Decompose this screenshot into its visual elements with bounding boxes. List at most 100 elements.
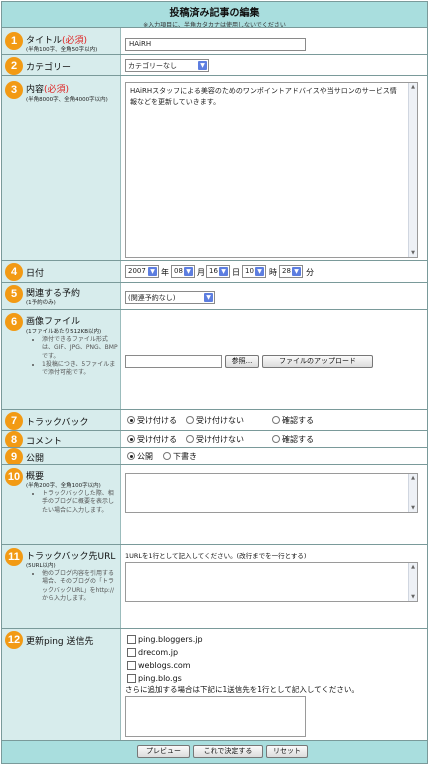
option-label: 受け付ける <box>137 435 177 444</box>
option-label: 確認する <box>282 435 314 444</box>
reservation-limit: (1予約のみ) <box>26 300 56 306</box>
scroll-up-icon: ▲ <box>411 84 415 90</box>
chevron-down-icon: ▼ <box>292 267 301 276</box>
scroll-down-icon: ▼ <box>411 505 415 511</box>
chevron-down-icon: ▼ <box>198 61 207 70</box>
comment-confirm-radio[interactable] <box>272 435 280 443</box>
form-header: 投稿済み記事の編集 ※入力項目に、半角カタカナは使用しないでください <box>2 2 427 29</box>
comment-label: コメント <box>26 437 63 447</box>
content-textarea[interactable]: HAiRHスタッフによる美容のためのワンポイントアドバイスや当サロンのサービス情… <box>125 82 418 258</box>
option-label: 受け付けない <box>196 416 244 425</box>
option-label: 確認する <box>282 416 314 425</box>
month-select[interactable]: 08 ▼ <box>171 265 195 278</box>
reservation-select[interactable]: (関連予約なし) ▼ <box>125 291 215 304</box>
scrollbar[interactable]: ▲ ▼ <box>408 474 417 512</box>
file-path-input[interactable] <box>125 355 222 368</box>
publish-row: 9 公開 公開 下書き <box>2 447 427 466</box>
submit-button[interactable]: これで決定する <box>193 745 263 758</box>
comment-reject-radio[interactable] <box>186 435 194 443</box>
option-label: 下書き <box>173 452 197 461</box>
trackback-url-notes: 他のブログ内容を引用する場合、そのブログの「トラックバックURL」をhttp:/… <box>36 570 118 603</box>
preview-button[interactable]: プレビュー <box>137 745 190 758</box>
scrollbar[interactable]: ▲ ▼ <box>408 83 417 257</box>
hour-select[interactable]: 10 ▼ <box>242 265 266 278</box>
trackback-url-textarea[interactable]: ▲ ▼ <box>125 562 418 602</box>
option-label: 受け付ける <box>137 416 177 425</box>
scrollbar[interactable]: ▲ ▼ <box>408 563 417 601</box>
ping-server-checkbox[interactable] <box>127 661 136 670</box>
trackback-url-limit: (5URL以内) <box>26 563 56 569</box>
category-label: カテゴリー <box>26 63 72 73</box>
comment-row: 8 コメント 受け付ける 受け付けない 確認する <box>2 430 427 449</box>
image-label: 画像ファイル <box>26 317 81 327</box>
ping-textarea[interactable] <box>125 696 306 737</box>
ping-server-label: ping.blo.gs <box>138 674 182 683</box>
date-label: 日付 <box>26 269 45 279</box>
content-row: 3 内容(必須) (半角8000字、全角4000字以内) HAiRHスタッフによ… <box>2 75 427 260</box>
ping-server-checkbox[interactable] <box>127 635 136 644</box>
hour-unit: 時 <box>269 268 277 277</box>
image-notes: 添付できるファイル形式は、GIF、JPG、PNG、BMPです。 1投稿につき、5… <box>36 336 118 377</box>
chevron-down-icon: ▼ <box>204 293 213 302</box>
trackback-url-instruction: 1URLを1行として記入してください。(改行までを一行とする) <box>125 552 307 560</box>
month-unit: 月 <box>197 268 205 277</box>
trackback-url-row: 11 トラックバック先URL (5URL以内) 他のブログ内容を引用する場合、そ… <box>2 544 427 628</box>
ping-instruction: さらに追加する場合は下記に1送信先を1行として記入してください。 <box>125 685 359 694</box>
ping-row: 12 更新ping 送信先 ping.bloggers.jp drecom.jp… <box>2 628 427 740</box>
ping-server-label: weblogs.com <box>138 661 191 670</box>
chevron-down-icon: ▼ <box>219 267 228 276</box>
trackback-reject-radio[interactable] <box>186 416 194 424</box>
step-badge: 7 <box>5 412 23 430</box>
title-input[interactable]: HAiRH <box>125 38 306 51</box>
summary-notes: トラックバックした際、相手のブログに概要を表示したい場合に入力します。 <box>36 490 118 515</box>
draft-radio[interactable] <box>163 452 171 460</box>
step-badge: 12 <box>5 631 23 649</box>
summary-limit: (半角200字、全角100字以内) <box>26 483 101 489</box>
year-unit: 年 <box>161 268 169 277</box>
ping-server-checkbox[interactable] <box>127 648 136 657</box>
chevron-down-icon: ▼ <box>184 267 193 276</box>
publish-label: 公開 <box>26 454 45 464</box>
day-select[interactable]: 16 ▼ <box>206 265 230 278</box>
option-label: 受け付けない <box>196 435 244 444</box>
step-badge: 3 <box>5 81 23 99</box>
chevron-down-icon: ▼ <box>148 267 157 276</box>
step-badge: 2 <box>5 57 23 75</box>
summary-row: 10 概要 (半角200字、全角100字以内) トラックバックした際、相手のブロ… <box>2 464 427 544</box>
minute-unit: 分 <box>306 268 314 277</box>
option-label: 公開 <box>137 452 153 461</box>
trackback-confirm-radio[interactable] <box>272 416 280 424</box>
publish-radio[interactable] <box>127 452 135 460</box>
image-limit: (1ファイルあたり512KB以内) <box>26 329 102 335</box>
reservation-row: 5 関連する予約 (1予約のみ) (関連予約なし) ▼ <box>2 282 427 309</box>
title-limit: (半角100字、全角50字以内) <box>26 47 98 53</box>
year-select[interactable]: 2007 ▼ <box>125 265 159 278</box>
step-badge: 5 <box>5 285 23 303</box>
day-unit: 日 <box>232 268 240 277</box>
minute-select[interactable]: 28 ▼ <box>279 265 303 278</box>
summary-textarea[interactable]: ▲ ▼ <box>125 473 418 513</box>
edit-post-form: 投稿済み記事の編集 ※入力項目に、半角カタカナは使用しないでください 1 タイト… <box>1 1 428 764</box>
comment-accept-radio[interactable] <box>127 435 135 443</box>
step-badge: 1 <box>5 32 23 50</box>
content-label: 内容(必須) <box>26 85 70 95</box>
form-footer: プレビュー これで決定する リセット <box>2 740 427 763</box>
scroll-up-icon: ▲ <box>411 475 415 481</box>
ping-label: 更新ping 送信先 <box>26 637 94 647</box>
ping-server-checkbox[interactable] <box>127 674 136 683</box>
trackback-row: 7 トラックバック 受け付ける 受け付けない 確認する <box>2 409 427 430</box>
upload-button[interactable]: ファイルのアップロード <box>262 355 373 368</box>
browse-button[interactable]: 参照... <box>225 355 259 368</box>
category-select[interactable]: カテゴリーなし ▼ <box>125 59 209 72</box>
scroll-up-icon: ▲ <box>411 564 415 570</box>
reset-button[interactable]: リセット <box>266 745 308 758</box>
step-badge: 4 <box>5 263 23 281</box>
trackback-label: トラックバック <box>26 418 89 428</box>
page-title: 投稿済み記事の編集 <box>169 8 260 19</box>
ping-server-label: ping.bloggers.jp <box>138 635 203 644</box>
scroll-down-icon: ▼ <box>411 594 415 600</box>
scroll-down-icon: ▼ <box>411 250 415 256</box>
trackback-accept-radio[interactable] <box>127 416 135 424</box>
required-mark: (必須) <box>44 85 70 95</box>
chevron-down-icon: ▼ <box>255 267 264 276</box>
